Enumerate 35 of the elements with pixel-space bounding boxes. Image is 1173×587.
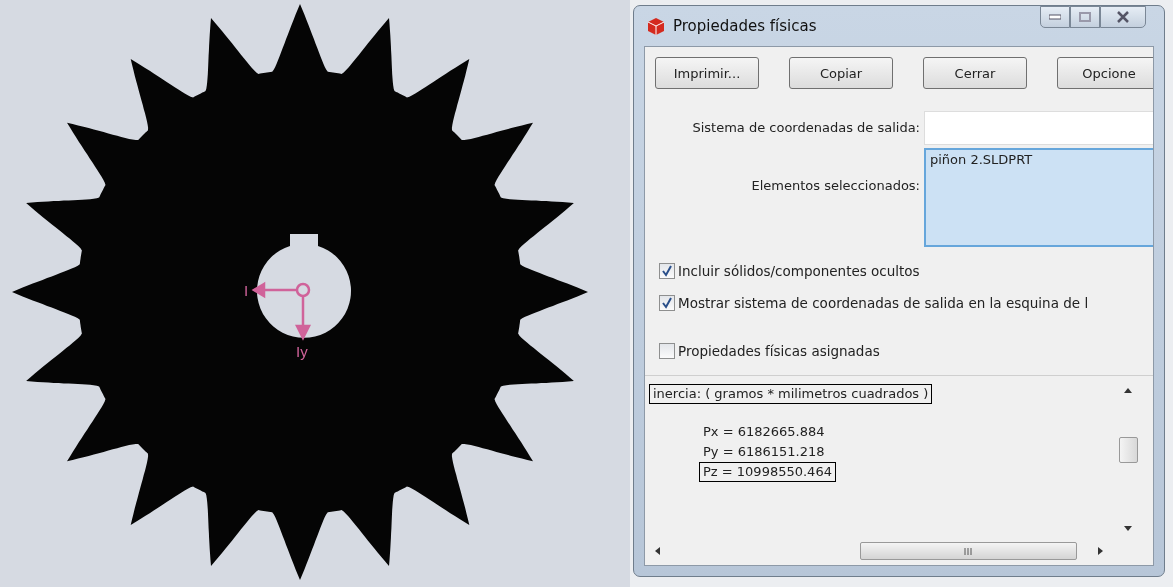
axis-label: I: [244, 282, 249, 299]
checkbox[interactable]: [659, 263, 675, 279]
checkbox-label: Propiedades físicas asignadas: [678, 343, 880, 359]
checkbox-label: Mostrar sistema de coordenadas de salida en la esquina de l: [678, 295, 1089, 311]
axis-drawing: [251, 281, 312, 341]
dialog-button[interactable]: Imprimir...: [655, 57, 759, 89]
result-line: Py = 6186151.218: [702, 443, 826, 461]
minimize-button[interactable]: [1040, 6, 1070, 28]
coordinate-system-field[interactable]: [924, 111, 1153, 145]
scroll-down-icon: [1124, 526, 1132, 531]
dialog-button[interactable]: Cerrar: [923, 57, 1027, 89]
axis-label: Iy: [296, 343, 308, 360]
maximize-icon: [1079, 12, 1091, 22]
app-icon: [646, 16, 666, 36]
field-label: Sistema de coordenadas de salida:: [691, 119, 921, 135]
scroll-right-icon: [1098, 547, 1103, 555]
checkbox[interactable]: [659, 295, 675, 311]
window-title: Propiedades físicas: [673, 17, 818, 35]
grip-icon: [964, 547, 973, 555]
checkbox-label: Incluir sólidos/componentes ocultos: [678, 263, 920, 279]
maximize-button[interactable]: [1070, 6, 1100, 28]
close-icon: [1116, 11, 1130, 23]
close-button[interactable]: [1100, 6, 1146, 28]
checkbox[interactable]: [659, 343, 675, 359]
minimize-icon: [1049, 14, 1061, 20]
list-item[interactable]: piñon 2.SLDPRT: [930, 152, 1153, 167]
result-line: Px = 6182665.884: [702, 423, 826, 441]
scroll-thumb[interactable]: [860, 542, 1077, 560]
scroll-left-icon: [655, 547, 660, 555]
dialog-button[interactable]: Opcione: [1057, 57, 1153, 89]
scroll-thumb[interactable]: [1118, 436, 1138, 463]
selection-list[interactable]: piñon 2.SLDPRT: [924, 148, 1153, 247]
dialog-button[interactable]: Copiar: [789, 57, 893, 89]
field-label: Elementos seleccionados:: [750, 177, 921, 193]
scroll-up-icon: [1124, 388, 1132, 393]
